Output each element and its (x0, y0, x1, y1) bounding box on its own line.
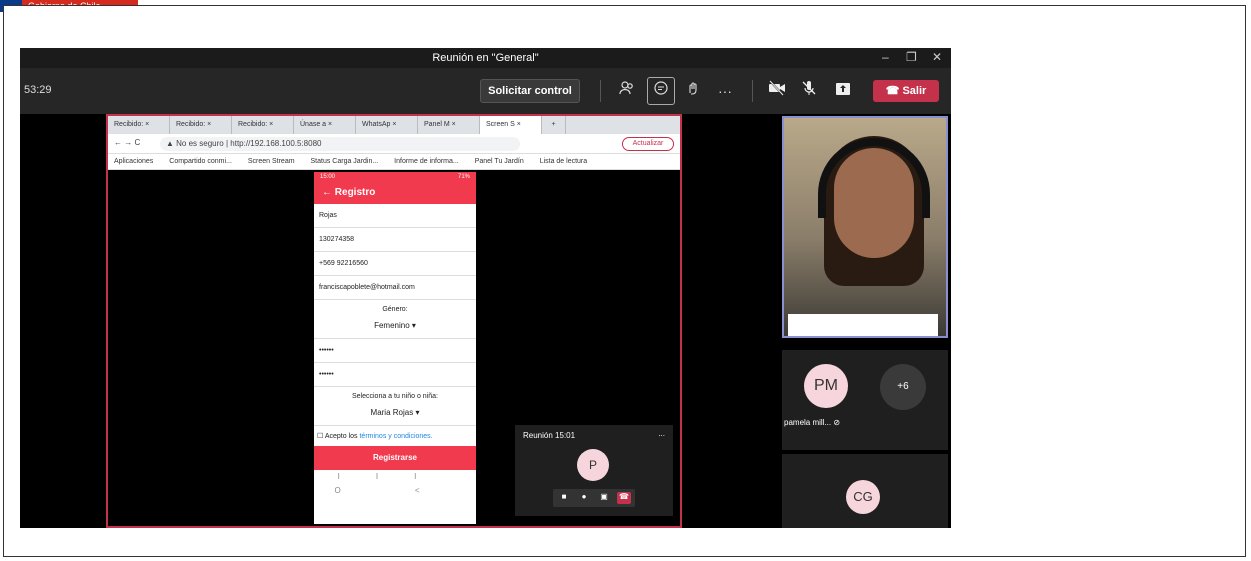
url-text: http://192.168.100.5:8080 (230, 139, 322, 148)
close-button[interactable]: ✕ (932, 50, 942, 64)
more-options-button[interactable]: ··· (714, 80, 736, 102)
slide-frame: Reunión en "General" – ❐ ✕ 53:29 Solicit… (3, 5, 1246, 557)
camera-off-icon[interactable] (766, 80, 788, 102)
child-select[interactable]: Maria Rojas ▾ (314, 400, 476, 426)
surname-field[interactable]: Rojas (314, 204, 476, 228)
terms-text: Acepto los (324, 433, 360, 440)
participant-name: pamela mill... ⊘ (784, 418, 841, 427)
bookmark-item[interactable]: Lista de lectura (540, 158, 587, 165)
update-button[interactable]: Actualizar (622, 137, 674, 151)
gender-value: Femenino (374, 321, 410, 330)
browser-tab[interactable]: Únase a × (294, 116, 356, 134)
meeting-timer: 53:29 (24, 84, 52, 96)
phone-battery: 71% (457, 174, 470, 180)
android-nav-bar[interactable]: III O < (314, 470, 476, 495)
participant-tile: PM +6 pamela mill... ⊘ (782, 350, 948, 450)
phone-number: 92216560 (336, 260, 368, 267)
participant-tile: CG (782, 454, 948, 528)
bookmark-item[interactable]: Compartido conmi... (169, 158, 232, 165)
registration-title: Registro (334, 187, 376, 198)
child-value: Maria Rojas (370, 408, 414, 417)
avatar[interactable]: PM (804, 364, 848, 408)
address-bar[interactable]: ▲ No es seguro | http://192.168.100.5:80… (160, 137, 520, 151)
avatar: P (577, 449, 609, 481)
share-tray-icon[interactable] (832, 80, 854, 102)
bookmark-item[interactable]: Panel Tu Jardín (475, 158, 524, 165)
browser-tab[interactable]: Recibido: × (232, 116, 294, 134)
child-label: Selecciona a tu niño o niña: (351, 393, 438, 400)
browser-tab-strip: Recibido: × Recibido: × Recibido: × Únas… (108, 116, 680, 134)
bookmarks-bar: Aplicaciones Compartido conmi... Screen … (108, 154, 680, 170)
window-title: Reunión en "General" (432, 52, 539, 64)
meeting-toolbar: 53:29 Solicitar control ··· ☎ Salir (20, 68, 951, 114)
mini-meeting-window: Reunión 15:01 ... P ■ ● ▣ ☎ (515, 425, 673, 516)
browser-tab[interactable]: WhatsAp × (356, 116, 418, 134)
back-arrow-icon[interactable]: ← (322, 187, 335, 198)
request-control-button[interactable]: Solicitar control (480, 79, 580, 103)
dropdown-arrow-icon: ▾ (411, 321, 416, 330)
mini-controls: ■ ● ▣ ☎ (553, 489, 635, 507)
security-label: No es seguro (176, 139, 224, 148)
hangup-icon[interactable]: ☎ (617, 492, 631, 504)
chat-icon[interactable] (647, 77, 675, 105)
more-participants-button[interactable]: +6 (880, 364, 926, 410)
phone-hangup-icon: ☎ (885, 85, 900, 97)
email-field[interactable]: franciscapoblete@hotmail.com (314, 276, 476, 300)
phone-clock: 15:00 (320, 174, 336, 180)
bookmark-item[interactable]: Screen Stream (248, 158, 295, 165)
mic-off-icon: ⊘ (833, 418, 841, 427)
bookmark-item[interactable]: Informe de informa... (394, 158, 459, 165)
mini-meeting-time: 15:01 (555, 431, 576, 440)
teams-meeting-window: Reunión en "General" – ❐ ✕ 53:29 Solicit… (20, 48, 951, 528)
terms-checkbox[interactable]: ☐ (317, 433, 323, 440)
rut-field[interactable]: 130274358 (314, 228, 476, 252)
warning-icon: ▲ (166, 139, 177, 148)
phone-field[interactable]: +569 92216560 (314, 252, 476, 276)
mini-meeting-more[interactable]: ... (658, 429, 665, 438)
leave-button[interactable]: ☎ Salir (873, 80, 939, 102)
minimize-button[interactable]: – (882, 50, 889, 64)
password-field[interactable]: •••••• (314, 339, 476, 363)
video-icon[interactable]: ■ (557, 492, 571, 504)
phone-status-bar: 15:00 71% (314, 172, 476, 182)
phone-prefix: +569 (319, 260, 335, 267)
leave-label: Salir (902, 85, 927, 97)
browser-tab-active[interactable]: Screen S × (480, 116, 542, 134)
browser-tab[interactable]: Recibido: × (108, 116, 170, 134)
participant-panel: PM +6 pamela mill... ⊘ CG (780, 114, 951, 528)
reactions-icon[interactable] (682, 80, 704, 102)
video-name-bar (788, 314, 938, 336)
browser-tab[interactable]: Panel M × (418, 116, 480, 134)
participant-video (782, 116, 948, 338)
password-confirm-field[interactable]: •••••• (314, 363, 476, 387)
new-tab-button[interactable]: + (542, 116, 566, 134)
gender-label: Género: (382, 306, 408, 313)
avatar[interactable]: CG (846, 480, 880, 514)
people-icon[interactable] (616, 80, 638, 102)
window-titlebar: Reunión en "General" – ❐ ✕ (20, 48, 951, 68)
gender-select[interactable]: Femenino ▾ (314, 313, 476, 339)
bookmark-item[interactable]: Aplicaciones (114, 158, 153, 165)
browser-tab[interactable]: Recibido: × (170, 116, 232, 134)
dropdown-arrow-icon: ▾ (415, 408, 420, 417)
phone-screen-mirror: 15:00 71% ← Registro Rojas 130274358 +56… (314, 172, 476, 524)
terms-link[interactable]: términos y condiciones. (359, 433, 432, 440)
toolbar-divider (752, 80, 753, 102)
registration-header: ← Registro (314, 182, 476, 204)
mini-meeting-label: Reunión (523, 431, 553, 440)
bookmark-item[interactable]: Status Carga Jardin... (311, 158, 379, 165)
browser-address-row: ← → C ▲ No es seguro | http://192.168.10… (108, 134, 680, 154)
mini-meeting-header: Reunión 15:01 (523, 431, 575, 440)
browser-nav-buttons[interactable]: ← → C (114, 138, 140, 147)
terms-row: ☐ Acepto los términos y condiciones. (314, 426, 476, 446)
maximize-button[interactable]: ❐ (906, 50, 917, 64)
toolbar-divider (600, 80, 601, 102)
mic-off-icon[interactable] (798, 80, 820, 102)
mic-icon[interactable]: ● (577, 492, 591, 504)
share-icon[interactable]: ▣ (597, 492, 611, 504)
register-button[interactable]: Registrarse (314, 446, 476, 470)
